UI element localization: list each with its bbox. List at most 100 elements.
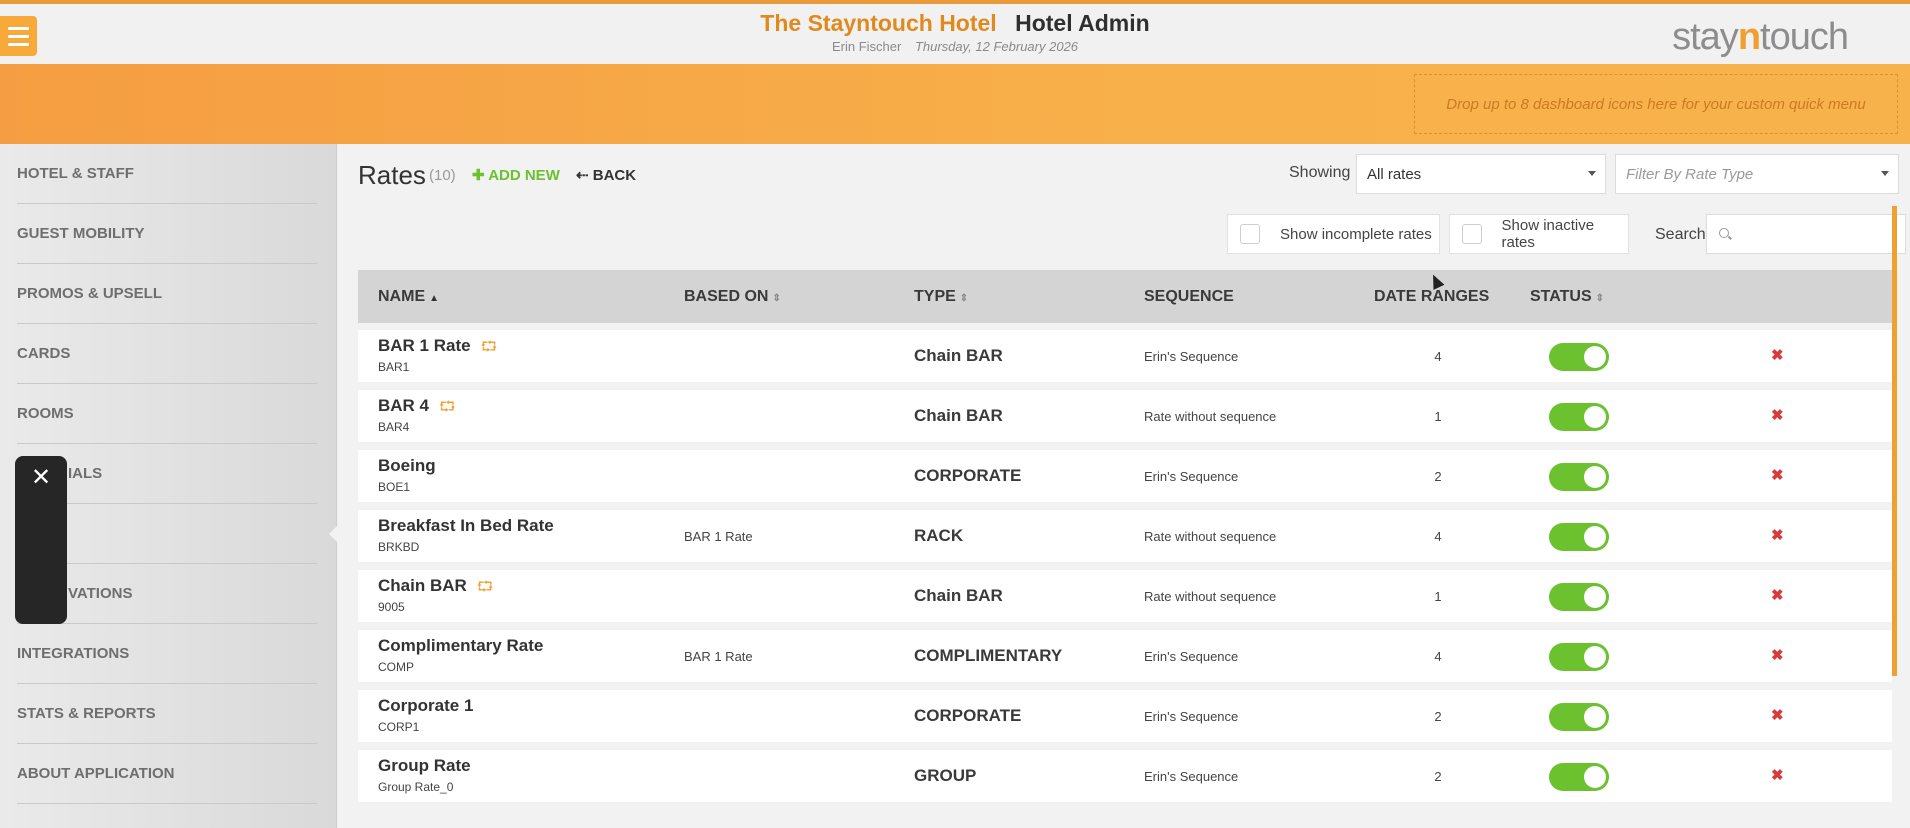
sequence: Rate without sequence xyxy=(1144,409,1277,424)
column-header-date-ranges: DATE RANGES xyxy=(1374,288,1490,305)
rates-count: (10) xyxy=(429,167,456,184)
column-header-name[interactable]: NAME ▲ xyxy=(378,288,439,306)
status-toggle[interactable] xyxy=(1549,343,1609,371)
rate-code: COMP xyxy=(378,660,414,674)
table-row[interactable]: BAR 1 Rate ⮔ BAR1 Chain BAR Erin's Sequence 4… xyxy=(358,330,1892,382)
column-header-type[interactable]: TYPE ⇕ xyxy=(914,288,968,306)
current-date: Thursday, 12 February 2026 xyxy=(914,39,1079,54)
page-title: Rates xyxy=(358,160,426,190)
date-ranges: 2 xyxy=(1434,709,1442,724)
delete-icon[interactable]: ✖ xyxy=(1771,646,1784,664)
sidebar-item-promos-upsell[interactable]: PROMOS & UPSELL xyxy=(17,264,317,324)
sidebar-item-cards[interactable]: CARDS xyxy=(17,324,317,384)
column-header-sequence: SEQUENCE xyxy=(1144,288,1234,305)
sidebar-item-integrations[interactable]: INTEGRATIONS xyxy=(17,624,317,684)
sidebar-item-guest-mobility[interactable]: GUEST MOBILITY xyxy=(17,204,317,264)
rate-name[interactable]: Corporate 1 xyxy=(378,696,473,716)
rate-name[interactable]: Boeing xyxy=(378,456,436,476)
status-toggle[interactable] xyxy=(1549,703,1609,731)
sidebar-item-stats-reports[interactable]: STATS & REPORTS xyxy=(17,684,317,744)
column-header-status[interactable]: STATUS ⇕ xyxy=(1530,288,1604,306)
showing-label: Showing xyxy=(1289,164,1351,181)
chevron-down-icon xyxy=(1588,171,1596,176)
rate-type: Chain BAR xyxy=(914,346,1003,365)
rate-name[interactable]: BAR 1 Rate ⮔ xyxy=(378,336,497,360)
table-row[interactable]: Breakfast In Bed Rate BRKBD BAR 1 Rate RACK… xyxy=(358,510,1892,562)
rate-name[interactable]: Group Rate xyxy=(378,756,471,776)
chain-link-icon: ⮔ xyxy=(476,578,494,594)
showing-select[interactable]: All rates xyxy=(1356,154,1606,194)
rate-name[interactable]: Breakfast In Bed Rate xyxy=(378,516,554,536)
rate-code: BRKBD xyxy=(378,540,420,554)
sort-asc-icon: ▲ xyxy=(429,293,440,304)
column-header-based-on[interactable]: BASED ON ⇕ xyxy=(684,288,781,306)
rate-type: COMPLIMENTARY xyxy=(914,646,1063,665)
date-ranges: 4 xyxy=(1434,529,1442,544)
sidebar-item-hotel-staff[interactable]: HOTEL & STAFF xyxy=(17,144,317,204)
header-title-block: The Stayntouch Hotel Hotel Admin Erin Fi… xyxy=(0,10,1910,54)
rate-type: GROUP xyxy=(914,766,977,785)
status-toggle[interactable] xyxy=(1549,523,1609,551)
toggle-knob xyxy=(1584,586,1606,608)
add-new-button[interactable]: ✚ ADD NEW xyxy=(472,166,560,184)
rate-type: RACK xyxy=(914,526,964,545)
rate-code: 9005 xyxy=(378,600,405,614)
checkbox-icon xyxy=(1240,224,1260,244)
delete-icon[interactable]: ✖ xyxy=(1771,526,1784,544)
search-input[interactable] xyxy=(1706,214,1906,254)
table-row[interactable]: Chain BAR ⮔ 9005 Chain BAR Rate without sequ… xyxy=(358,570,1892,622)
delete-icon[interactable]: ✖ xyxy=(1771,766,1784,784)
search-icon xyxy=(1719,228,1729,238)
show-inactive-rates-checkbox[interactable]: Show inactive rates xyxy=(1449,214,1629,254)
show-incomplete-rates-checkbox[interactable]: Show incomplete rates xyxy=(1227,214,1440,254)
date-ranges: 1 xyxy=(1434,409,1442,424)
table-row[interactable]: Complimentary Rate COMP BAR 1 Rate COMPLIME… xyxy=(358,630,1892,682)
scrollbar[interactable] xyxy=(1892,206,1897,676)
table-row[interactable]: Corporate 1 CORP1 CORPORATE Erin's Sequence… xyxy=(358,690,1892,742)
rate-code: CORP1 xyxy=(378,720,420,734)
close-icon[interactable]: ✕ xyxy=(29,466,53,490)
brand-logo: stayntouch xyxy=(1672,16,1849,58)
date-ranges: 2 xyxy=(1434,469,1442,484)
status-toggle[interactable] xyxy=(1549,463,1609,491)
rate-code: BAR1 xyxy=(378,360,410,374)
rate-name[interactable]: Chain BAR ⮔ xyxy=(378,576,493,600)
delete-icon[interactable]: ✖ xyxy=(1771,406,1784,424)
rate-name[interactable]: Complimentary Rate xyxy=(378,636,543,656)
status-toggle[interactable] xyxy=(1549,763,1609,791)
delete-icon[interactable]: ✖ xyxy=(1771,706,1784,724)
status-toggle[interactable] xyxy=(1549,643,1609,671)
status-toggle[interactable] xyxy=(1549,403,1609,431)
toggle-knob xyxy=(1584,646,1606,668)
app-title: Hotel Admin xyxy=(1015,10,1150,36)
table-row[interactable]: Boeing BOE1 CORPORATE Erin's Sequence 2 ✖ xyxy=(358,450,1892,502)
delete-icon[interactable]: ✖ xyxy=(1771,466,1784,484)
based-on: BAR 1 Rate xyxy=(684,529,753,544)
sidebar-item-about-application[interactable]: ABOUT APPLICATION xyxy=(17,744,317,804)
quick-menu-dropzone[interactable]: Drop up to 8 dashboard icons here for yo… xyxy=(1414,74,1898,134)
hotel-name: The Stayntouch Hotel xyxy=(760,10,997,36)
toggle-knob xyxy=(1584,346,1606,368)
rate-type: Chain BAR xyxy=(914,406,1003,425)
sequence: Erin's Sequence xyxy=(1144,649,1239,664)
sort-icon: ⇕ xyxy=(959,293,969,304)
rate-name[interactable]: BAR 4 ⮔ xyxy=(378,396,456,420)
chevron-down-icon xyxy=(1881,171,1889,176)
delete-icon[interactable]: ✖ xyxy=(1771,586,1784,604)
rate-code: BOE1 xyxy=(378,480,411,494)
back-button[interactable]: ⇠ BACK xyxy=(576,166,636,184)
sidebar-item-rooms[interactable]: ROOMS xyxy=(17,384,317,444)
delete-icon[interactable]: ✖ xyxy=(1771,346,1784,364)
toggle-knob xyxy=(1584,766,1606,788)
rate-type-filter-select[interactable]: Filter By Rate Type xyxy=(1615,154,1899,194)
toggle-knob xyxy=(1584,406,1606,428)
date-ranges: 4 xyxy=(1434,349,1442,364)
sort-icon: ⇕ xyxy=(772,293,781,304)
top-header: The Stayntouch Hotel Hotel Admin Erin Fi… xyxy=(0,0,1910,64)
table-row[interactable]: Group Rate Group Rate_0 GROUP Erin's Sequen… xyxy=(358,750,1892,802)
user-name: Erin Fischer xyxy=(831,39,902,54)
table-row[interactable]: BAR 4 ⮔ BAR4 Chain BAR Rate without sequence… xyxy=(358,390,1892,442)
chain-link-icon: ⮔ xyxy=(439,398,456,414)
status-toggle[interactable] xyxy=(1549,583,1609,611)
based-on: BAR 1 Rate xyxy=(684,649,753,664)
